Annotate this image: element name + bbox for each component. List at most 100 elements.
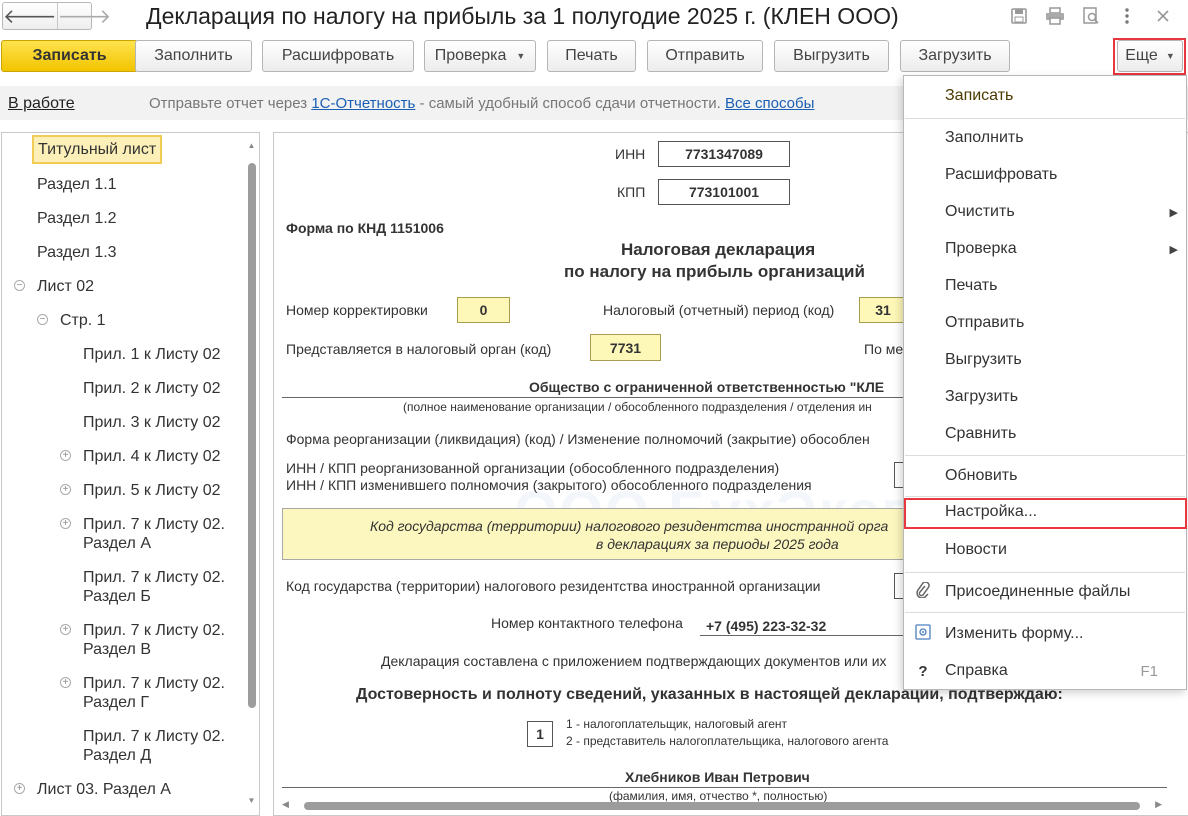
menu-separator: [905, 455, 1185, 456]
save-button[interactable]: Записать: [1, 40, 138, 72]
menu-item-attachments[interactable]: Присоединенные файлы: [904, 574, 1186, 610]
all-methods-link[interactable]: Все способы: [725, 95, 814, 112]
print-icon[interactable]: [1044, 5, 1066, 27]
kpp-field[interactable]: 773101001: [658, 179, 790, 205]
tree-item-app-3[interactable]: Прил. 3 к Листу 02: [83, 413, 221, 432]
fill-button[interactable]: Заполнить: [135, 40, 252, 72]
settings-highlight: [904, 498, 1187, 529]
check-button[interactable]: Проверка ▼: [424, 40, 536, 72]
tree-item-page-1[interactable]: Стр. 1: [60, 311, 106, 330]
menu-item-print[interactable]: Печать: [904, 268, 1186, 304]
menu-item-clear-label: Очистить: [945, 203, 1015, 220]
tree-item-sheet-02[interactable]: Лист 02: [37, 277, 94, 296]
tree-item-app-4[interactable]: Прил. 4 к Листу 02: [83, 447, 221, 466]
tree-item-section-1-2[interactable]: Раздел 1.2: [37, 209, 117, 228]
menu-separator: [905, 118, 1185, 119]
tree-item-app-5[interactable]: Прил. 5 к Листу 02: [83, 481, 221, 500]
expand-icon[interactable]: +: [14, 783, 25, 794]
period-label: Налоговый (отчетный) период (код): [603, 302, 835, 318]
tree-scroll-thumb[interactable]: [248, 163, 256, 708]
doc-scroll-thumb[interactable]: [304, 802, 1140, 810]
import-button[interactable]: Загрузить: [900, 40, 1010, 72]
info-text-after: - самый удобный способ сдачи отчетности.: [415, 95, 725, 112]
title-icons: [1008, 5, 1174, 27]
decode-button[interactable]: Расшифровать: [262, 40, 414, 72]
correction-label: Номер корректировки: [286, 302, 428, 318]
correction-field[interactable]: 0: [457, 297, 510, 323]
tree-item-section-1-1[interactable]: Раздел 1.1: [37, 175, 117, 194]
tree-item-sheet-03-a[interactable]: Лист 03. Раздел А: [37, 780, 171, 799]
scroll-up-icon[interactable]: ▲: [247, 141, 256, 150]
more-button-highlight: [1113, 38, 1186, 75]
menu-item-check[interactable]: Проверка ▶: [904, 231, 1186, 267]
menu-separator: [905, 612, 1185, 613]
export-button[interactable]: Выгрузить: [774, 40, 889, 72]
command-bar: Записать Заполнить Расшифровать Проверка…: [0, 38, 1188, 78]
menu-item-import[interactable]: Загрузить: [904, 379, 1186, 415]
menu-item-news[interactable]: Новости: [904, 532, 1186, 568]
expand-icon[interactable]: +: [60, 450, 71, 461]
preview-icon[interactable]: [1080, 5, 1102, 27]
sections-tree: Титульный лист Раздел 1.1 Раздел 1.2 Раз…: [1, 132, 260, 816]
reorg-inn-line-2: ИНН / КПП изменившего полномочия (закрыт…: [286, 477, 812, 493]
tree-item-app-1[interactable]: Прил. 1 к Листу 02: [83, 345, 221, 364]
more-vertical-icon[interactable]: [1116, 5, 1138, 27]
arrow-right-icon: 🡒: [57, 5, 112, 28]
period-field[interactable]: 31: [859, 297, 907, 323]
phone-field[interactable]: +7 (495) 223-32-32: [706, 618, 826, 634]
org-name-hint: (полное наименование организации / обосо…: [403, 400, 872, 414]
menu-item-decode[interactable]: Расшифровать: [904, 157, 1186, 193]
save-icon[interactable]: [1008, 5, 1030, 27]
tree-item-app-7-v[interactable]: Прил. 7 к Листу 02. Раздел В: [83, 621, 243, 659]
forward-button[interactable]: 🡒: [56, 3, 112, 29]
close-icon[interactable]: [1152, 5, 1174, 27]
tree-item-app-7-b[interactable]: Прил. 7 к Листу 02. Раздел Б: [83, 568, 243, 606]
expand-icon[interactable]: +: [60, 624, 71, 635]
help-shortcut: F1: [1140, 662, 1158, 680]
menu-item-fill[interactable]: Заполнить: [904, 120, 1186, 156]
collapse-icon[interactable]: −: [37, 314, 48, 325]
paperclip-icon: [914, 581, 932, 602]
back-button[interactable]: 🡐: [3, 3, 57, 29]
menu-item-attachments-label: Присоединенные файлы: [945, 583, 1131, 600]
send-button[interactable]: Отправить: [647, 40, 763, 72]
window-title: Декларация по налогу на прибыль за 1 пол…: [146, 3, 899, 29]
signer-code-field[interactable]: 1: [527, 721, 553, 747]
tree-item-title-page[interactable]: Титульный лист: [32, 135, 163, 164]
menu-item-clear[interactable]: Очистить ▶: [904, 194, 1186, 230]
scroll-left-icon[interactable]: ◀: [282, 799, 289, 810]
question-icon: ?: [918, 662, 928, 680]
tree-item-app-7-d[interactable]: Прил. 7 к Листу 02. Раздел Д: [83, 727, 243, 765]
doc-horizontal-scrollbar[interactable]: ◀ ▶: [282, 799, 1162, 811]
inn-field[interactable]: 7731347089: [658, 141, 790, 167]
menu-item-change-form[interactable]: Изменить форму...: [904, 616, 1186, 652]
print-button[interactable]: Печать: [547, 40, 636, 72]
menu-item-help[interactable]: ? Справка F1: [904, 653, 1186, 689]
menu-separator: [905, 572, 1185, 573]
title-bar: 🡐 🡒 Декларация по налогу на прибыль за 1…: [0, 0, 1188, 34]
arrow-left-icon: 🡐: [3, 5, 57, 28]
menu-item-check-label: Проверка: [945, 240, 1017, 257]
tree-item-app-7-a[interactable]: Прил. 7 к Листу 02. Раздел А: [83, 515, 243, 553]
tree-item-app-7-g[interactable]: Прил. 7 к Листу 02. Раздел Г: [83, 674, 243, 712]
scroll-down-icon[interactable]: ▼: [247, 796, 256, 805]
menu-item-compare[interactable]: Сравнить: [904, 416, 1186, 452]
org-name[interactable]: Общество с ограниченной ответственностью…: [529, 379, 884, 395]
tree-item-app-2[interactable]: Прил. 2 к Листу 02: [83, 379, 221, 398]
1c-reporting-link[interactable]: 1С-Отчетность: [311, 95, 415, 112]
expand-icon[interactable]: +: [60, 518, 71, 529]
status-link[interactable]: В работе: [8, 95, 75, 113]
collapse-icon[interactable]: −: [14, 280, 25, 291]
menu-item-save[interactable]: Записать: [904, 78, 1186, 114]
expand-icon[interactable]: +: [60, 484, 71, 495]
expand-icon[interactable]: +: [60, 677, 71, 688]
tree-item-section-1-3[interactable]: Раздел 1.3: [37, 243, 117, 262]
signer-name[interactable]: Хлебников Иван Петрович: [625, 769, 810, 785]
scroll-right-icon[interactable]: ▶: [1155, 799, 1162, 810]
menu-item-export[interactable]: Выгрузить: [904, 342, 1186, 378]
menu-item-send[interactable]: Отправить: [904, 305, 1186, 341]
tree-scrollbar[interactable]: ▲ ▼: [247, 141, 256, 805]
menu-item-refresh[interactable]: Обновить: [904, 458, 1186, 494]
authority-field[interactable]: 7731: [590, 334, 661, 361]
location-label: По ме: [864, 341, 904, 357]
